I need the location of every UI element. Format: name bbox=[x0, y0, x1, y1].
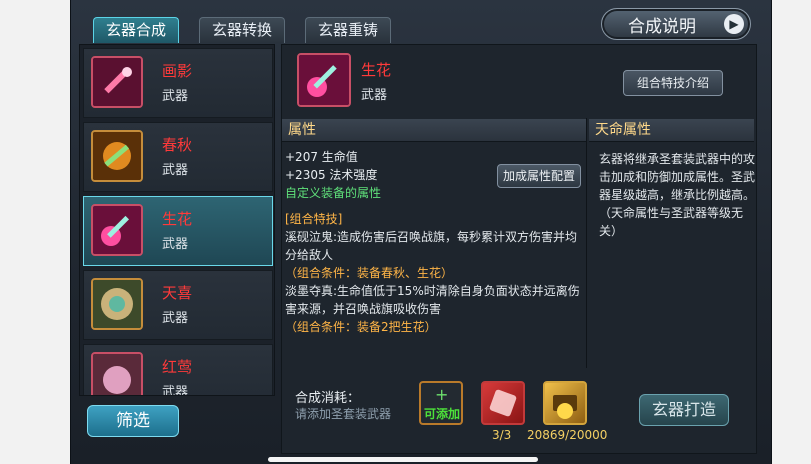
fate-description: 玄器将继承圣套装武器中的攻击加成和防御加成属性。圣武器星级越高，继承比例越高。 … bbox=[599, 150, 757, 240]
fate-note: （天命属性与圣武器等级无关） bbox=[599, 206, 744, 238]
weapon-type: 武器 bbox=[162, 311, 189, 326]
section-divider bbox=[586, 118, 587, 368]
forge-button[interactable]: 玄器打造 bbox=[639, 394, 729, 426]
weapon-icon bbox=[91, 278, 143, 330]
combo-skill-heading: [组合特技] bbox=[285, 212, 343, 226]
list-item[interactable]: 生花 武器 bbox=[83, 196, 273, 266]
cost-label: 合成消耗： bbox=[295, 391, 361, 406]
material-scroll-icon[interactable] bbox=[481, 381, 525, 425]
tab-recast[interactable]: 玄器重铸 bbox=[305, 17, 392, 43]
bonus-config-button[interactable]: 加成属性配置 bbox=[497, 164, 581, 188]
tab-synthesis[interactable]: 玄器合成 bbox=[93, 17, 180, 43]
material-count: 3/3 bbox=[492, 428, 512, 442]
game-window: 玄器合成 玄器转换 玄器重铸 合成说明 ▶ 画影 武器 春秋 武器 生花 武器 bbox=[70, 0, 772, 464]
add-weapon-slot[interactable]: + 可添加 bbox=[419, 381, 463, 425]
combo-skill-1-condition: （组合条件：装备春秋、生花） bbox=[285, 266, 454, 280]
fate-attributes-title: 天命属性 bbox=[589, 119, 754, 142]
gold-coins-icon[interactable] bbox=[543, 381, 587, 425]
play-arrow-icon: ▶ bbox=[724, 14, 744, 34]
add-slot-label: 可添加 bbox=[424, 407, 461, 421]
weapon-name: 红莺 bbox=[162, 358, 193, 376]
tab-conversion[interactable]: 玄器转换 bbox=[199, 17, 286, 43]
help-button-label: 合成说明 bbox=[628, 17, 696, 37]
weapon-name: 画影 bbox=[162, 62, 193, 80]
filter-button[interactable]: 筛选 bbox=[87, 405, 179, 437]
weapon-type: 武器 bbox=[162, 385, 189, 396]
fate-text: 玄器将继承圣套装武器中的攻击加成和防御加成属性。圣武器星级越高，继承比例越高。 bbox=[599, 152, 756, 202]
selected-weapon-name: 生花 bbox=[361, 61, 392, 79]
list-item[interactable]: 春秋 武器 bbox=[83, 122, 273, 192]
weapon-icon bbox=[91, 204, 143, 256]
combo-skill-1: 溪砚泣鬼:造成伤害后召唤战旗，每秒累计双方伤害并均分给敌人 bbox=[285, 230, 578, 262]
synthesis-help-button[interactable]: 合成说明 ▶ bbox=[601, 8, 751, 40]
weapon-type: 武器 bbox=[162, 89, 189, 104]
attributes-title: 属性 bbox=[282, 119, 586, 142]
combo-skill-intro-button[interactable]: 组合特技介绍 bbox=[623, 70, 723, 96]
list-item[interactable]: 画影 武器 bbox=[83, 48, 273, 118]
gold-count: 20869/20000 bbox=[527, 428, 608, 442]
weapon-icon bbox=[91, 130, 143, 182]
weapon-icon bbox=[91, 352, 143, 395]
selected-weapon-type: 武器 bbox=[361, 88, 388, 103]
combo-skill-2: 淡墨夺真:生命值低于15%时清除自身负面状态并远离伤害来源，并召唤战旗吸收伤害 bbox=[285, 284, 580, 316]
weapon-name: 生花 bbox=[162, 210, 193, 228]
home-indicator[interactable] bbox=[268, 457, 538, 462]
weapon-icon bbox=[91, 56, 143, 108]
weapon-type: 武器 bbox=[162, 237, 189, 252]
cost-hint: 请添加圣套装武器 bbox=[295, 407, 392, 421]
weapon-type: 武器 bbox=[162, 163, 189, 178]
weapon-name: 天喜 bbox=[162, 284, 193, 302]
weapon-name: 春秋 bbox=[162, 136, 193, 154]
combo-skill-2-condition: （组合条件：装备2把生花） bbox=[285, 320, 437, 334]
plus-icon: + bbox=[435, 385, 449, 404]
weapon-list: 画影 武器 春秋 武器 生花 武器 天喜 武器 红莺 武器 bbox=[79, 44, 275, 396]
combo-skill-block: [组合特技] 溪砚泣鬼:造成伤害后召唤战旗，每秒累计双方伤害并均分给敌人 （组合… bbox=[285, 210, 585, 336]
list-item[interactable]: 红莺 武器 bbox=[83, 344, 273, 396]
selected-weapon-icon bbox=[297, 53, 351, 107]
list-item[interactable]: 天喜 武器 bbox=[83, 270, 273, 340]
